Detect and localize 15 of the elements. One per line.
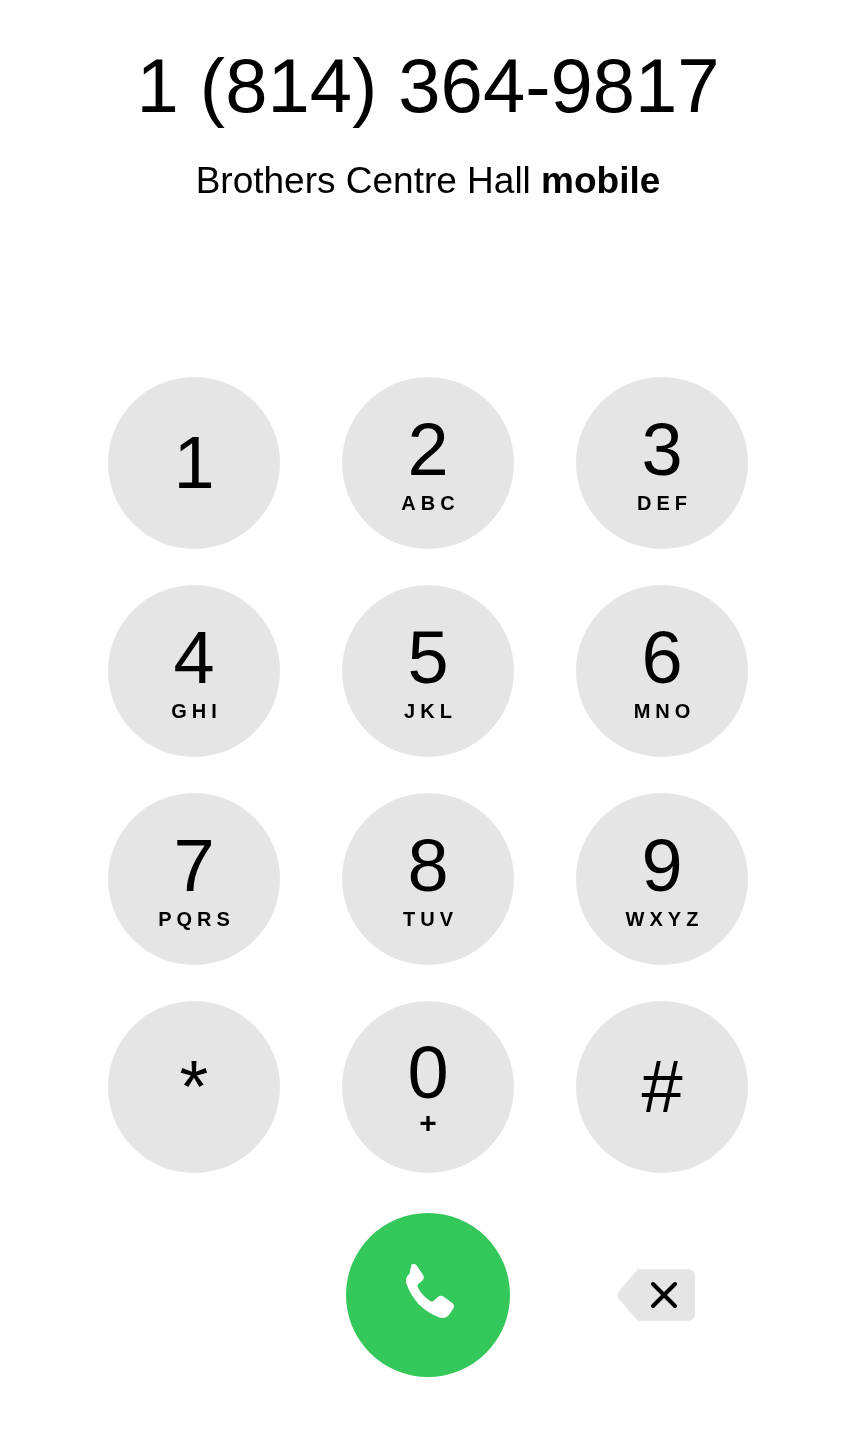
dial-key[interactable]: 5 JKL xyxy=(342,585,514,757)
dial-key[interactable]: 7 PQRS xyxy=(108,793,280,965)
dial-key[interactable]: 4 GHI xyxy=(108,585,280,757)
dial-key[interactable]: 6 MNO xyxy=(576,585,748,757)
dial-key[interactable]: 8 TUV xyxy=(342,793,514,965)
dial-key[interactable]: 9 WXYZ xyxy=(576,793,748,965)
dial-key[interactable]: 2 ABC xyxy=(342,377,514,549)
contact-label: Brothers Centre Hall mobile xyxy=(194,162,662,199)
dial-key[interactable]: # xyxy=(576,1001,748,1173)
delete-button[interactable] xyxy=(618,1267,696,1323)
dial-key[interactable]: 3 DEF xyxy=(576,377,748,549)
dial-key[interactable]: 0 + xyxy=(342,1001,514,1173)
dial-key[interactable]: * xyxy=(108,1001,280,1173)
dial-key[interactable]: 1 xyxy=(108,377,280,549)
delete-icon xyxy=(618,1267,696,1323)
